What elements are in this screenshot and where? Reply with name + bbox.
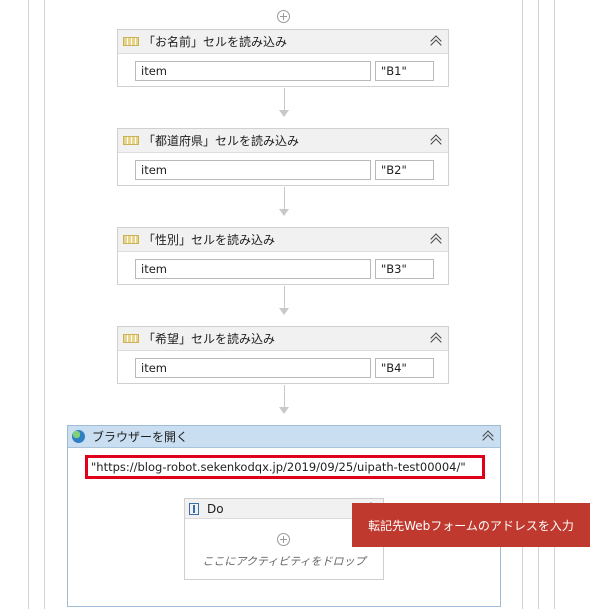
url-input[interactable]: "https://blog-robot.sekenkodqx.jp/2019/0… xyxy=(85,455,485,479)
activity-title: 「お名前」セルを読み込み xyxy=(143,35,288,49)
browser-activity-header[interactable]: ブラウザーを開く xyxy=(68,426,500,448)
globe-icon xyxy=(72,430,85,443)
collapse-icon[interactable] xyxy=(430,133,442,147)
connector-line xyxy=(284,286,285,308)
read-cell-activity-b4[interactable]: 「希望」セルを読み込み item "B4" xyxy=(117,326,449,384)
item-field[interactable]: item xyxy=(135,259,371,279)
do-title: Do xyxy=(207,501,224,516)
activity-title: 「希望」セルを読み込み xyxy=(143,332,276,346)
collapse-icon[interactable] xyxy=(430,34,442,48)
excel-cell-icon xyxy=(123,37,139,46)
item-field[interactable]: item xyxy=(135,160,371,180)
browser-activity-title: ブラウザーを開く xyxy=(92,430,189,444)
read-cell-activity-b2[interactable]: 「都道府県」セルを読み込み item "B2" xyxy=(117,128,449,186)
collapse-icon[interactable] xyxy=(482,429,494,443)
item-field[interactable]: item xyxy=(135,61,371,81)
cell-field[interactable]: "B4" xyxy=(375,358,434,378)
sequence-icon xyxy=(189,502,199,515)
activity-header[interactable]: 「都道府県」セルを読み込み xyxy=(118,129,448,153)
connector-arrow xyxy=(279,209,289,216)
cell-field[interactable]: "B3" xyxy=(375,259,434,279)
connector-line xyxy=(284,187,285,209)
connector-line xyxy=(284,88,285,110)
excel-cell-icon xyxy=(123,235,139,244)
collapse-icon[interactable] xyxy=(430,232,442,246)
read-cell-activity-b1[interactable]: 「お名前」セルを読み込み item "B1" xyxy=(117,29,449,87)
activity-header[interactable]: 「性別」セルを読み込み xyxy=(118,228,448,252)
activity-title: 「性別」セルを読み込み xyxy=(143,233,276,247)
cell-field[interactable]: "B1" xyxy=(375,61,434,81)
guide-line xyxy=(44,0,45,609)
collapse-icon[interactable] xyxy=(430,331,442,345)
excel-cell-icon xyxy=(123,334,139,343)
add-activity-icon[interactable] xyxy=(277,10,290,23)
activity-header[interactable]: 「希望」セルを読み込み xyxy=(118,327,448,351)
read-cell-activity-b3[interactable]: 「性別」セルを読み込み item "B3" xyxy=(117,227,449,285)
connector-arrow xyxy=(279,308,289,315)
item-field[interactable]: item xyxy=(135,358,371,378)
annotation-callout: 転記先Webフォームのアドレスを入力 xyxy=(352,503,590,547)
excel-cell-icon xyxy=(123,136,139,145)
activity-header[interactable]: 「お名前」セルを読み込み xyxy=(118,30,448,54)
guide-line xyxy=(28,0,29,609)
add-activity-icon[interactable] xyxy=(277,533,290,546)
connector-arrow xyxy=(279,110,289,117)
activity-title: 「都道府県」セルを読み込み xyxy=(143,134,300,148)
drop-activity-hint: ここにアクティビティをドロップ xyxy=(202,555,366,568)
connector-line xyxy=(284,385,285,407)
cell-field[interactable]: "B2" xyxy=(375,160,434,180)
connector-arrow xyxy=(279,407,289,414)
